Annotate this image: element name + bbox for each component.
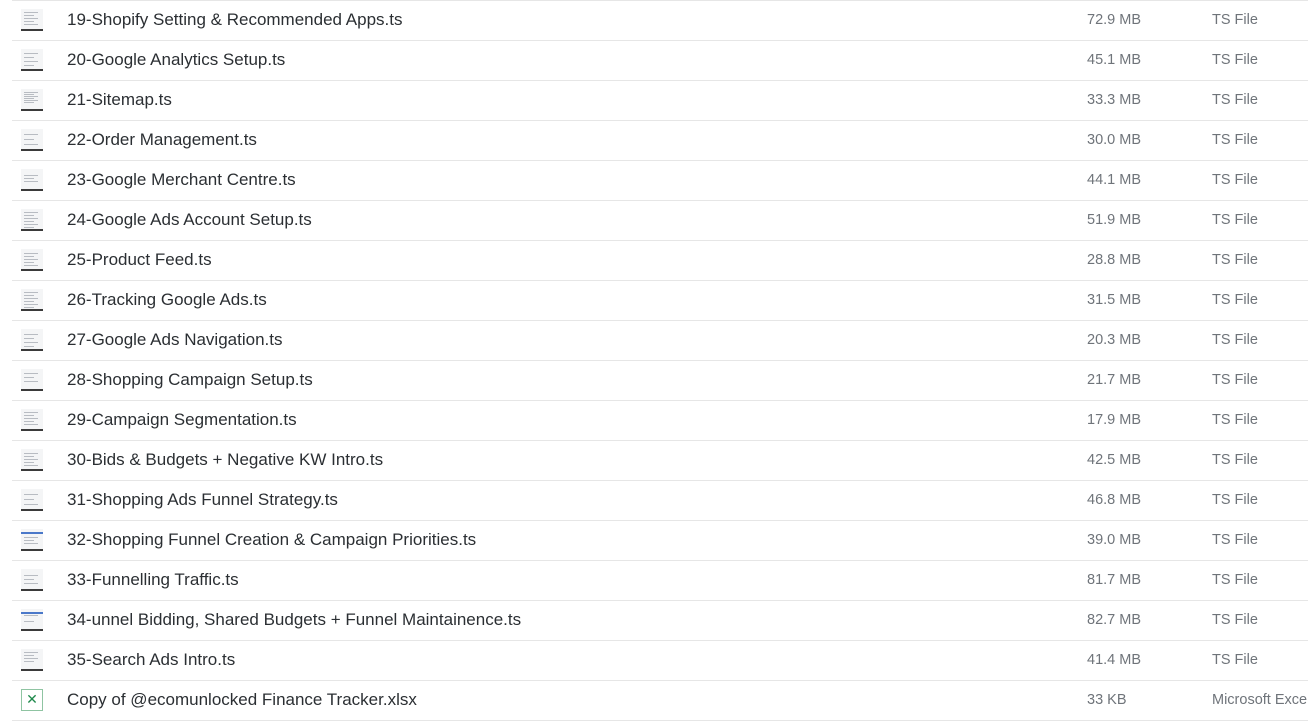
file-row[interactable]: 32-Shopping Funnel Creation & Campaign P… <box>12 521 1308 561</box>
file-type: TS File <box>1212 572 1258 588</box>
file-type: TS File <box>1212 372 1258 388</box>
file-name[interactable]: 34-unnel Bidding, Shared Budgets + Funne… <box>67 601 521 639</box>
file-type: TS File <box>1212 612 1258 628</box>
file-name[interactable]: 33-Funnelling Traffic.ts <box>67 561 239 599</box>
file-size: 45.1 MB <box>1087 52 1141 68</box>
file-size: 30.0 MB <box>1087 132 1141 148</box>
file-name[interactable]: 26-Tracking Google Ads.ts <box>67 281 267 319</box>
video-thumbnail-icon <box>21 329 43 351</box>
video-thumbnail-icon <box>21 209 43 231</box>
file-row[interactable]: 20-Google Analytics Setup.ts 45.1 MB TS Fi… <box>12 41 1308 81</box>
file-name[interactable]: 20-Google Analytics Setup.ts <box>67 41 285 79</box>
file-name[interactable]: 31-Shopping Ads Funnel Strategy.ts <box>67 481 338 519</box>
file-name[interactable]: 27-Google Ads Navigation.ts <box>67 321 282 359</box>
video-thumbnail-icon <box>21 129 43 151</box>
file-row[interactable]: 21-Sitemap.ts 33.3 MB TS File <box>12 81 1308 121</box>
file-type: TS File <box>1212 452 1258 468</box>
video-thumbnail-icon <box>21 489 43 511</box>
file-row[interactable]: 22-Order Management.ts 30.0 MB TS File <box>12 121 1308 161</box>
file-list: 19-Shopify Setting & Recommended Apps.ts… <box>12 0 1308 727</box>
file-size: 21.7 MB <box>1087 372 1141 388</box>
file-name[interactable]: 32-Shopping Funnel Creation & Campaign P… <box>67 521 476 559</box>
video-thumbnail-icon <box>21 609 43 631</box>
file-type: TS File <box>1212 652 1258 668</box>
file-row[interactable]: 25-Product Feed.ts 28.8 MB TS File <box>12 241 1308 281</box>
video-thumbnail-icon <box>21 449 43 471</box>
video-thumbnail-icon <box>21 569 43 591</box>
file-row[interactable]: 24-Google Ads Account Setup.ts 51.9 MB TS … <box>12 201 1308 241</box>
file-row[interactable]: 26-Tracking Google Ads.ts 31.5 MB TS File <box>12 281 1308 321</box>
video-thumbnail-icon <box>21 289 43 311</box>
file-size: 39.0 MB <box>1087 532 1141 548</box>
file-type: TS File <box>1212 292 1258 308</box>
video-thumbnail-icon <box>21 249 43 271</box>
file-name[interactable]: 23-Google Merchant Centre.ts <box>67 161 296 199</box>
video-thumbnail-icon <box>21 9 43 31</box>
video-thumbnail-icon <box>21 369 43 391</box>
video-thumbnail-icon <box>21 89 43 111</box>
file-size: 17.9 MB <box>1087 412 1141 428</box>
excel-x-glyph: ✕ <box>26 692 38 708</box>
file-size: 33.3 MB <box>1087 92 1141 108</box>
file-size: 31.5 MB <box>1087 292 1141 308</box>
file-row[interactable]: ✕ Copy of @ecomunlocked Finance Tracker.x… <box>12 681 1308 721</box>
video-thumbnail-icon <box>21 49 43 71</box>
file-name[interactable]: 35-Search Ads Intro.ts <box>67 641 235 679</box>
file-size: 81.7 MB <box>1087 572 1141 588</box>
video-thumbnail-icon <box>21 649 43 671</box>
file-name[interactable]: 19-Shopify Setting & Recommended Apps.ts <box>67 1 402 39</box>
file-size: 44.1 MB <box>1087 172 1141 188</box>
file-size: 46.8 MB <box>1087 492 1141 508</box>
file-row[interactable]: 23-Google Merchant Centre.ts 44.1 MB TS Fi… <box>12 161 1308 201</box>
excel-file-icon: ✕ <box>21 689 43 711</box>
file-name[interactable]: 29-Campaign Segmentation.ts <box>67 401 297 439</box>
file-size: 33 KB <box>1087 692 1127 708</box>
file-size: 41.4 MB <box>1087 652 1141 668</box>
file-name[interactable]: 22-Order Management.ts <box>67 121 257 159</box>
file-row[interactable]: 34-unnel Bidding, Shared Budgets + Funne… <box>12 601 1308 641</box>
file-type: TS File <box>1212 412 1258 428</box>
file-row[interactable]: 31-Shopping Ads Funnel Strategy.ts 46.8 M… <box>12 481 1308 521</box>
file-type: TS File <box>1212 132 1258 148</box>
file-type: TS File <box>1212 492 1258 508</box>
file-type: TS File <box>1212 332 1258 348</box>
file-size: 42.5 MB <box>1087 452 1141 468</box>
video-thumbnail-icon <box>21 409 43 431</box>
file-name[interactable]: 21-Sitemap.ts <box>67 81 172 119</box>
file-size: 20.3 MB <box>1087 332 1141 348</box>
file-type: TS File <box>1212 252 1258 268</box>
file-name[interactable]: Copy of @ecomunlocked Finance Tracker.xl… <box>67 681 417 719</box>
file-name[interactable]: 25-Product Feed.ts <box>67 241 212 279</box>
file-row[interactable]: 27-Google Ads Navigation.ts 20.3 MB TS Fil… <box>12 321 1308 361</box>
file-row[interactable]: 35-Search Ads Intro.ts 41.4 MB TS File <box>12 641 1308 681</box>
file-row[interactable]: 29-Campaign Segmentation.ts 17.9 MB TS Fil… <box>12 401 1308 441</box>
file-type: TS File <box>1212 52 1258 68</box>
file-row[interactable]: 19-Shopify Setting & Recommended Apps.ts… <box>12 0 1308 41</box>
file-type: TS File <box>1212 92 1258 108</box>
file-row[interactable]: 33-Funnelling Traffic.ts 81.7 MB TS File <box>12 561 1308 601</box>
file-type: TS File <box>1212 12 1258 28</box>
file-type: TS File <box>1212 532 1258 548</box>
video-thumbnail-icon <box>21 529 43 551</box>
file-name[interactable]: 24-Google Ads Account Setup.ts <box>67 201 312 239</box>
file-type: TS File <box>1212 172 1258 188</box>
file-row[interactable]: 30-Bids & Budgets + Negative KW Intro.ts… <box>12 441 1308 481</box>
file-type: Microsoft Excel <box>1212 692 1308 708</box>
file-size: 28.8 MB <box>1087 252 1141 268</box>
file-size: 51.9 MB <box>1087 212 1141 228</box>
video-thumbnail-icon <box>21 169 43 191</box>
file-name[interactable]: 30-Bids & Budgets + Negative KW Intro.ts <box>67 441 383 479</box>
file-row[interactable]: 28-Shopping Campaign Setup.ts 21.7 MB TS F… <box>12 361 1308 401</box>
file-size: 72.9 MB <box>1087 12 1141 28</box>
file-type: TS File <box>1212 212 1258 228</box>
file-size: 82.7 MB <box>1087 612 1141 628</box>
file-name[interactable]: 28-Shopping Campaign Setup.ts <box>67 361 313 399</box>
